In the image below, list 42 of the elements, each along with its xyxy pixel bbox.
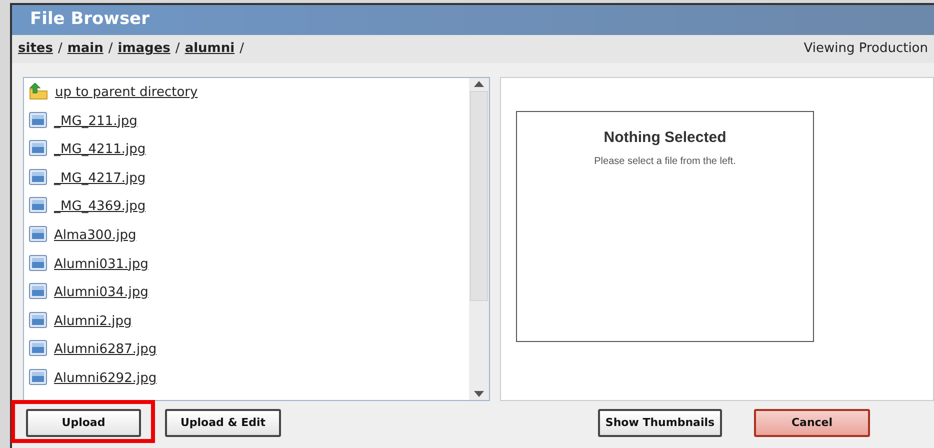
image-file-icon <box>29 112 47 128</box>
image-file-icon <box>29 254 47 271</box>
breadcrumb-separator: / <box>175 40 180 58</box>
file-link[interactable]: Alumni6287.jpg <box>54 341 157 358</box>
file-link[interactable]: Alma300.jpg <box>54 226 136 244</box>
breadcrumb-separator: / <box>108 40 113 58</box>
breadcrumb-link[interactable]: main <box>67 39 104 59</box>
file-link[interactable]: up to parent directory <box>55 84 198 101</box>
breadcrumb-separator: / <box>240 40 244 58</box>
scroll-down-icon[interactable] <box>474 391 484 397</box>
file-link[interactable]: Alumni031.jpg <box>54 256 148 273</box>
preview-title: Nothing Selected <box>604 128 726 148</box>
file-link[interactable]: Alumni034.jpg <box>54 284 148 302</box>
scroll-up-icon[interactable] <box>474 81 484 87</box>
image-file-icon <box>29 226 47 242</box>
view-mode-label: Viewing Production <box>804 40 928 58</box>
window-title: File Browser <box>30 8 150 32</box>
folder-up-icon <box>29 83 48 100</box>
action-button[interactable]: Upload <box>26 409 141 438</box>
breadcrumb-separator: / <box>58 40 62 58</box>
action-button[interactable]: Show Thumbnails <box>598 409 722 438</box>
image-file-icon <box>29 340 47 356</box>
preview-message: Please select a file from the left. <box>594 154 736 168</box>
image-file-icon <box>29 283 47 300</box>
breadcrumb-link[interactable]: alumni <box>184 39 235 59</box>
breadcrumb-link[interactable]: sites <box>18 39 53 59</box>
file-link[interactable]: _MG_4217.jpg <box>54 170 146 187</box>
image-file-icon <box>29 168 47 185</box>
image-file-icon <box>29 368 47 385</box>
file-link[interactable]: _MG_4211.jpg <box>54 141 146 158</box>
file-link[interactable]: _MG_211.jpg <box>54 112 138 130</box>
image-file-icon <box>29 140 47 156</box>
breadcrumb-link[interactable]: images <box>118 39 170 59</box>
image-file-icon <box>29 312 47 328</box>
image-file-icon <box>29 197 47 214</box>
file-link[interactable]: _MG_4369.jpg <box>54 198 146 216</box>
action-button[interactable]: Upload & Edit <box>165 409 281 438</box>
scroll-thumb[interactable] <box>470 91 488 301</box>
scrollbar[interactable] <box>469 78 489 400</box>
file-link[interactable]: Alumni6292.jpg <box>54 370 157 387</box>
file-link[interactable]: Alumni2.jpg <box>54 312 132 330</box>
action-button[interactable]: Cancel <box>754 409 870 438</box>
